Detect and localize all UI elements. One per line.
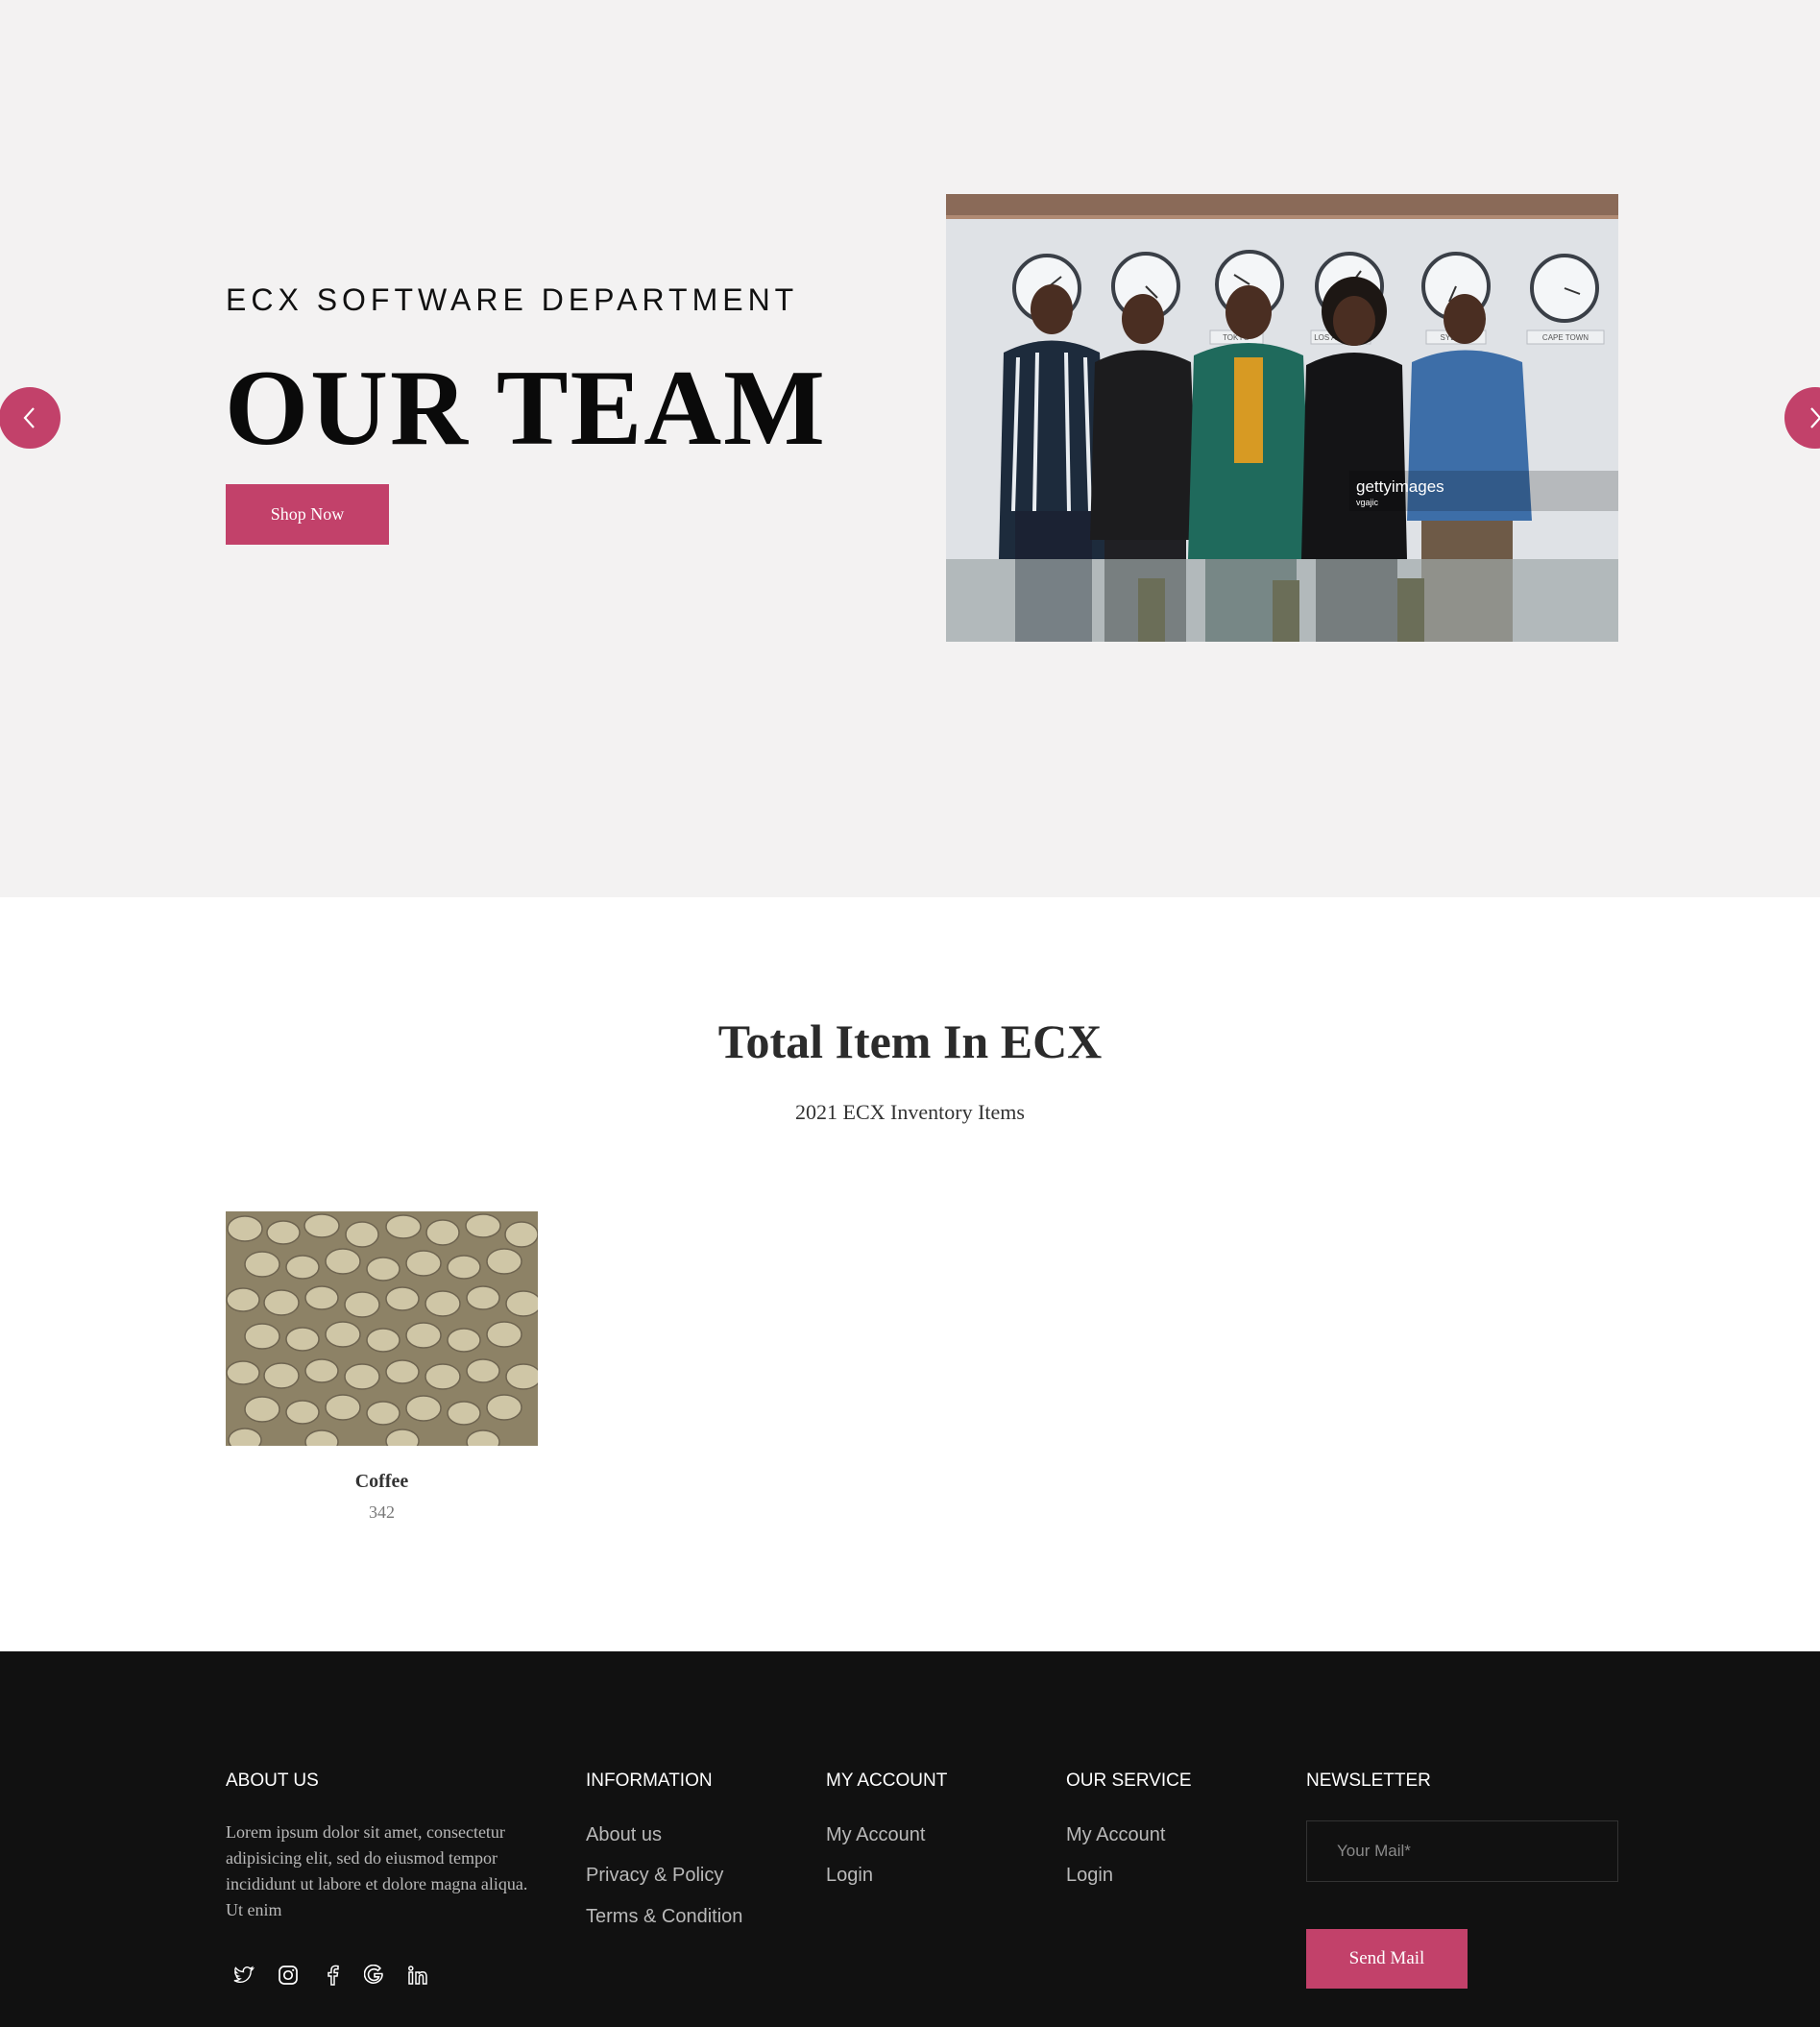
facebook-icon[interactable] bbox=[321, 1964, 344, 1987]
footer-link-login[interactable]: Login bbox=[826, 1865, 873, 1887]
footer-link-terms[interactable]: Terms & Condition bbox=[586, 1906, 742, 1928]
send-mail-button[interactable]: Send Mail bbox=[1306, 1929, 1468, 1989]
footer-heading-my-account: MY ACCOUNT bbox=[826, 1771, 948, 1791]
footer-service-link-login[interactable]: Login bbox=[1066, 1865, 1113, 1887]
photo-credit: vgajic bbox=[1356, 498, 1379, 507]
chevron-right-icon bbox=[1810, 407, 1820, 428]
footer-heading-about: ABOUT US bbox=[226, 1771, 319, 1791]
slider-next-button[interactable] bbox=[1784, 387, 1820, 449]
footer-heading-newsletter: NEWSLETTER bbox=[1306, 1771, 1431, 1791]
chevron-left-icon bbox=[23, 407, 35, 428]
shop-now-button[interactable]: Shop Now bbox=[226, 484, 389, 545]
footer-heading-information: INFORMATION bbox=[586, 1771, 713, 1791]
section-title: Total Item In ECX bbox=[717, 1014, 1103, 1068]
linkedin-icon[interactable] bbox=[406, 1964, 429, 1987]
coffee-beans-image bbox=[226, 1211, 538, 1446]
hero-slider: ECX SOFTWARE DEPARTMENT OUR TEAM Shop No… bbox=[0, 0, 1820, 897]
footer-heading-our-service: OUR SERVICE bbox=[1066, 1771, 1192, 1791]
footer-link-my-account[interactable]: My Account bbox=[826, 1824, 925, 1846]
newsletter-email-input[interactable] bbox=[1306, 1820, 1618, 1882]
clock-label-cape-town: CAPE TOWN bbox=[1542, 333, 1589, 342]
team-photo: TOKYO LOS ANGELES SYDNEY CAPE TOWN bbox=[946, 194, 1618, 642]
item-card-coffee[interactable]: Coffee 342 bbox=[226, 1211, 538, 1523]
section-subtitle: 2021 ECX Inventory Items bbox=[795, 1100, 1025, 1124]
google-icon[interactable] bbox=[363, 1964, 386, 1987]
footer-link-about-us[interactable]: About us bbox=[586, 1824, 662, 1846]
team-photo-image: TOKYO LOS ANGELES SYDNEY CAPE TOWN bbox=[946, 194, 1618, 642]
instagram-icon[interactable] bbox=[277, 1964, 300, 1987]
item-name: Coffee bbox=[354, 1471, 409, 1492]
footer-service-link-my-account[interactable]: My Account bbox=[1066, 1824, 1165, 1846]
item-count: 342 bbox=[369, 1502, 395, 1522]
hero-eyebrow: ECX SOFTWARE DEPARTMENT bbox=[226, 282, 799, 317]
footer-link-privacy-policy[interactable]: Privacy & Policy bbox=[586, 1865, 723, 1887]
twitter-icon[interactable] bbox=[232, 1964, 255, 1987]
hero-title: OUR TEAM bbox=[225, 349, 827, 468]
getty-watermark: gettyimages bbox=[1356, 477, 1444, 496]
slider-prev-button[interactable] bbox=[0, 387, 61, 449]
coffee-image bbox=[226, 1211, 538, 1446]
footer-about-text: Lorem ipsum dolor sit amet, consectetur … bbox=[226, 1822, 528, 1919]
